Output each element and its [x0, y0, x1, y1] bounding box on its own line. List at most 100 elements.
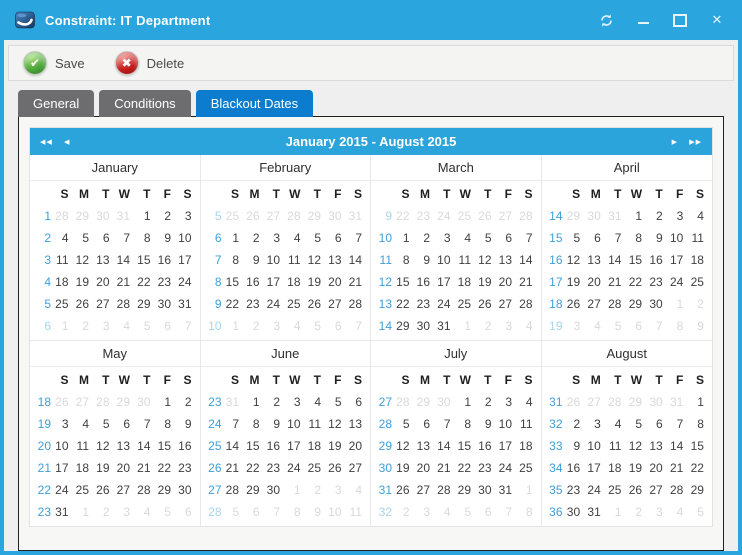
day-cell[interactable]: 12: [626, 435, 647, 457]
day-cell[interactable]: 1: [456, 315, 477, 337]
day-cell[interactable]: 4: [606, 413, 627, 435]
day-cell[interactable]: 12: [565, 249, 586, 271]
day-cell[interactable]: 28: [668, 479, 689, 501]
day-cell[interactable]: 31: [606, 205, 627, 227]
day-cell[interactable]: 30: [647, 293, 668, 315]
fast-previous-icon[interactable]: ◀◀: [36, 128, 57, 155]
day-cell[interactable]: 19: [394, 457, 415, 479]
day-cell[interactable]: 29: [626, 293, 647, 315]
day-cell[interactable]: 26: [53, 391, 74, 413]
day-cell[interactable]: 10: [176, 227, 197, 249]
day-cell[interactable]: 16: [156, 249, 177, 271]
day-cell[interactable]: 5: [326, 391, 347, 413]
day-cell[interactable]: 3: [668, 205, 689, 227]
day-cell[interactable]: 1: [224, 315, 245, 337]
day-cell[interactable]: 26: [394, 479, 415, 501]
day-cell[interactable]: 25: [285, 293, 306, 315]
day-cell[interactable]: 7: [347, 315, 368, 337]
day-cell[interactable]: 13: [94, 249, 115, 271]
day-cell[interactable]: 8: [668, 315, 689, 337]
day-cell[interactable]: 24: [497, 457, 518, 479]
day-cell[interactable]: 24: [265, 293, 286, 315]
day-cell[interactable]: 14: [347, 249, 368, 271]
day-cell[interactable]: 5: [74, 227, 95, 249]
day-cell[interactable]: 5: [224, 501, 245, 523]
day-cell[interactable]: 2: [415, 227, 436, 249]
day-cell[interactable]: 25: [517, 457, 538, 479]
day-cell[interactable]: 12: [94, 435, 115, 457]
day-cell[interactable]: 19: [326, 435, 347, 457]
day-cell[interactable]: 7: [347, 227, 368, 249]
day-cell[interactable]: 4: [285, 227, 306, 249]
day-cell[interactable]: 11: [688, 227, 709, 249]
day-cell[interactable]: 18: [285, 271, 306, 293]
day-cell[interactable]: 4: [517, 391, 538, 413]
day-cell[interactable]: 1: [626, 205, 647, 227]
day-cell[interactable]: 16: [647, 249, 668, 271]
day-cell[interactable]: 5: [626, 413, 647, 435]
day-cell[interactable]: 7: [115, 227, 136, 249]
day-cell[interactable]: 14: [224, 435, 245, 457]
day-cell[interactable]: 17: [265, 271, 286, 293]
day-cell[interactable]: 3: [647, 501, 668, 523]
day-cell[interactable]: 12: [326, 413, 347, 435]
day-cell[interactable]: 1: [53, 315, 74, 337]
day-cell[interactable]: 3: [94, 315, 115, 337]
day-cell[interactable]: 27: [585, 293, 606, 315]
day-cell[interactable]: 8: [517, 501, 538, 523]
day-cell[interactable]: 8: [285, 501, 306, 523]
day-cell[interactable]: 10: [265, 249, 286, 271]
day-cell[interactable]: 30: [647, 391, 668, 413]
day-cell[interactable]: 4: [135, 501, 156, 523]
day-cell[interactable]: 23: [647, 271, 668, 293]
day-cell[interactable]: 31: [435, 315, 456, 337]
day-cell[interactable]: 27: [74, 391, 95, 413]
day-cell[interactable]: 6: [176, 501, 197, 523]
day-cell[interactable]: 23: [415, 205, 436, 227]
day-cell[interactable]: 24: [668, 271, 689, 293]
day-cell[interactable]: 22: [394, 205, 415, 227]
day-cell[interactable]: 6: [626, 315, 647, 337]
day-cell[interactable]: 11: [53, 249, 74, 271]
day-cell[interactable]: 5: [456, 501, 477, 523]
day-cell[interactable]: 1: [156, 391, 177, 413]
day-cell[interactable]: 23: [244, 293, 265, 315]
day-cell[interactable]: 21: [435, 457, 456, 479]
day-cell[interactable]: 27: [265, 205, 286, 227]
next-icon[interactable]: ▶: [668, 128, 682, 155]
day-cell[interactable]: 23: [156, 271, 177, 293]
day-cell[interactable]: 25: [456, 205, 477, 227]
day-cell[interactable]: 27: [115, 479, 136, 501]
day-cell[interactable]: 4: [285, 315, 306, 337]
day-cell[interactable]: 20: [326, 271, 347, 293]
day-cell[interactable]: 22: [156, 457, 177, 479]
day-cell[interactable]: 31: [347, 205, 368, 227]
day-cell[interactable]: 9: [647, 227, 668, 249]
day-cell[interactable]: 5: [306, 315, 327, 337]
day-cell[interactable]: 10: [285, 413, 306, 435]
day-cell[interactable]: 13: [585, 249, 606, 271]
day-cell[interactable]: 3: [497, 391, 518, 413]
day-cell[interactable]: 28: [606, 293, 627, 315]
day-cell[interactable]: 23: [476, 457, 497, 479]
day-cell[interactable]: 12: [394, 435, 415, 457]
day-cell[interactable]: 14: [435, 435, 456, 457]
day-cell[interactable]: 31: [224, 391, 245, 413]
day-cell[interactable]: 12: [306, 249, 327, 271]
minimize-button[interactable]: [632, 9, 654, 31]
day-cell[interactable]: 7: [647, 315, 668, 337]
day-cell[interactable]: 10: [668, 227, 689, 249]
day-cell[interactable]: 11: [606, 435, 627, 457]
day-cell[interactable]: 31: [585, 501, 606, 523]
day-cell[interactable]: 20: [94, 271, 115, 293]
day-cell[interactable]: 7: [265, 501, 286, 523]
day-cell[interactable]: 28: [135, 479, 156, 501]
day-cell[interactable]: 1: [394, 227, 415, 249]
day-cell[interactable]: 9: [306, 501, 327, 523]
day-cell[interactable]: 28: [435, 479, 456, 501]
refresh-icon[interactable]: [595, 9, 617, 31]
day-cell[interactable]: 7: [435, 413, 456, 435]
day-cell[interactable]: 25: [306, 457, 327, 479]
day-cell[interactable]: 10: [497, 413, 518, 435]
day-cell[interactable]: 10: [53, 435, 74, 457]
